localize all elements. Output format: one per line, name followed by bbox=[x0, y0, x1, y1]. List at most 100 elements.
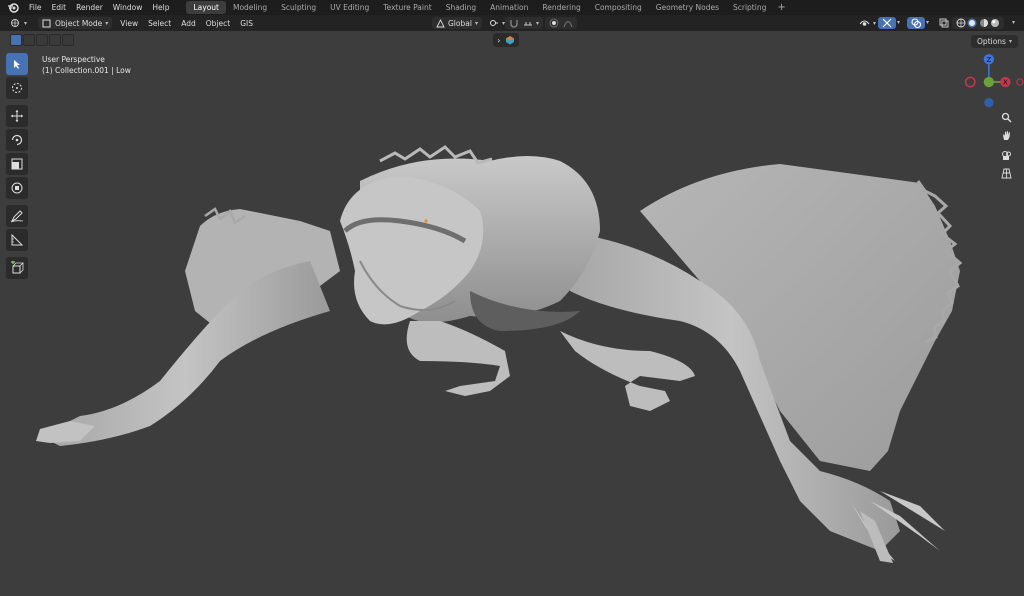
zoom-button[interactable] bbox=[998, 109, 1014, 125]
object-mode-icon bbox=[42, 19, 51, 27]
menu-select[interactable]: Select bbox=[143, 19, 176, 28]
add-cube-icon bbox=[11, 261, 24, 274]
select-subtract-mode-button[interactable] bbox=[36, 34, 48, 46]
scale-tool[interactable] bbox=[6, 153, 28, 175]
tab-scripting[interactable]: Scripting bbox=[726, 1, 773, 14]
tab-shading[interactable]: Shading bbox=[439, 1, 483, 14]
pivot-icon bbox=[490, 20, 498, 26]
tab-modeling[interactable]: Modeling bbox=[226, 1, 274, 14]
proportional-edit-button[interactable] bbox=[545, 17, 577, 29]
header-collapse-toggle[interactable]: › bbox=[493, 33, 519, 47]
top-menu-bar: File Edit Render Window Help Layout Mode… bbox=[0, 0, 1024, 15]
wireframe-shading-icon[interactable] bbox=[956, 18, 966, 28]
transform-icon bbox=[11, 182, 23, 194]
grid-icon bbox=[1000, 168, 1012, 178]
chevron-down-icon: ▾ bbox=[474, 19, 478, 27]
shading-color-icon bbox=[505, 36, 514, 45]
chevron-down-icon: ▾ bbox=[1008, 38, 1012, 45]
menu-add[interactable]: Add bbox=[176, 19, 201, 28]
material-shading-icon[interactable] bbox=[979, 18, 989, 28]
transform-tool[interactable] bbox=[6, 177, 28, 199]
menu-help[interactable]: Help bbox=[147, 0, 174, 15]
perspective-toggle-button[interactable] bbox=[998, 165, 1014, 181]
menu-gis[interactable]: GIS bbox=[235, 19, 258, 28]
neg-z-axis-handle bbox=[984, 98, 994, 108]
move-tool[interactable] bbox=[6, 105, 28, 127]
editor-type-button[interactable]: ▾ bbox=[6, 17, 31, 29]
select-invert-mode-button[interactable] bbox=[49, 34, 61, 46]
options-button[interactable]: Options ▾ bbox=[971, 35, 1018, 48]
viewport-info: User Perspective (1) Collection.001 | Lo… bbox=[42, 54, 131, 76]
select-extend-mode-button[interactable] bbox=[23, 34, 35, 46]
tab-layout[interactable]: Layout bbox=[186, 1, 226, 14]
chevron-down-icon: ▾ bbox=[24, 19, 28, 27]
left-arm bbox=[40, 261, 330, 446]
cursor-tool[interactable] bbox=[6, 77, 28, 99]
pencil-icon bbox=[10, 210, 24, 223]
orientation-label: Global bbox=[448, 18, 472, 28]
z-axis-label: Z bbox=[986, 55, 991, 64]
orientation-icon bbox=[436, 18, 445, 27]
selection-mode-group bbox=[10, 34, 75, 46]
dragon-model[interactable] bbox=[0, 31, 1024, 596]
camera-view-button[interactable] bbox=[998, 147, 1014, 163]
snap-button[interactable]: ▾ bbox=[505, 17, 543, 29]
options-label: Options bbox=[977, 37, 1006, 46]
mode-label: Object Mode bbox=[55, 18, 103, 28]
snap-target-icon bbox=[524, 22, 532, 26]
menu-render[interactable]: Render bbox=[71, 0, 108, 15]
gizmo-toggle-button[interactable] bbox=[878, 17, 896, 29]
tab-sculpting[interactable]: Sculpting bbox=[274, 1, 323, 14]
add-workspace-button[interactable]: + bbox=[773, 2, 789, 13]
camera-icon bbox=[1001, 150, 1011, 160]
eye-icon bbox=[859, 20, 870, 26]
pan-button[interactable] bbox=[998, 127, 1014, 143]
scale-icon bbox=[11, 158, 23, 170]
rotate-tool[interactable] bbox=[6, 129, 28, 151]
menu-window[interactable]: Window bbox=[108, 0, 148, 15]
rotate-icon bbox=[11, 134, 23, 146]
cursor-arrow-icon bbox=[14, 60, 20, 69]
select-intersect-mode-button[interactable] bbox=[62, 34, 74, 46]
transform-orientation-select[interactable]: Global ▾ bbox=[432, 17, 482, 29]
menu-object[interactable]: Object bbox=[201, 19, 235, 28]
xray-icon bbox=[939, 18, 949, 28]
solid-shading-icon[interactable] bbox=[967, 18, 977, 28]
annotate-tool[interactable] bbox=[6, 205, 28, 227]
overlays-icon bbox=[911, 18, 921, 28]
tab-compositing[interactable]: Compositing bbox=[588, 1, 649, 14]
magnifier-icon bbox=[1001, 112, 1012, 123]
select-set-mode-button[interactable] bbox=[10, 34, 22, 46]
x-axis-label: X bbox=[1003, 78, 1008, 87]
select-box-tool[interactable] bbox=[6, 53, 28, 75]
measure-tool[interactable] bbox=[6, 229, 28, 251]
tab-geometry-nodes[interactable]: Geometry Nodes bbox=[649, 1, 726, 14]
menu-view[interactable]: View bbox=[115, 19, 143, 28]
add-cube-tool[interactable] bbox=[6, 257, 28, 279]
snap-icon bbox=[510, 20, 518, 28]
3d-viewport[interactable]: › User Perspective (1) Collection.001 | … bbox=[0, 31, 1024, 596]
menu-edit[interactable]: Edit bbox=[47, 0, 72, 15]
tab-uv-editing[interactable]: UV Editing bbox=[323, 1, 376, 14]
chevron-down-icon[interactable]: ▾ bbox=[1012, 19, 1015, 26]
overlays-toggle-button[interactable] bbox=[907, 17, 925, 29]
rendered-shading-icon[interactable] bbox=[990, 18, 1000, 28]
chevron-down-icon[interactable]: ▾ bbox=[897, 19, 900, 26]
tab-rendering[interactable]: Rendering bbox=[535, 1, 587, 14]
xray-toggle-button[interactable] bbox=[935, 17, 953, 29]
origin-point bbox=[424, 219, 428, 223]
tab-texture-paint[interactable]: Texture Paint bbox=[376, 1, 438, 14]
mode-select[interactable]: Object Mode ▾ bbox=[38, 17, 113, 29]
blender-logo-icon[interactable] bbox=[6, 2, 20, 14]
menu-file[interactable]: File bbox=[24, 0, 47, 15]
y-axis-secondary bbox=[1016, 78, 1024, 86]
falloff-icon bbox=[563, 21, 573, 28]
chevron-down-icon[interactable]: ▾ bbox=[926, 19, 929, 26]
navigation-gizmo[interactable]: Z X bbox=[962, 51, 1024, 113]
viewport-header: ▾ Object Mode ▾ View Select Add Object G… bbox=[0, 15, 1024, 31]
tab-animation[interactable]: Animation bbox=[483, 1, 535, 14]
gizmo-icon bbox=[882, 18, 892, 28]
visibility-button[interactable]: ▾ bbox=[855, 17, 880, 29]
neg-x-axis-handle bbox=[964, 76, 976, 88]
editor-type-icon bbox=[11, 19, 19, 27]
